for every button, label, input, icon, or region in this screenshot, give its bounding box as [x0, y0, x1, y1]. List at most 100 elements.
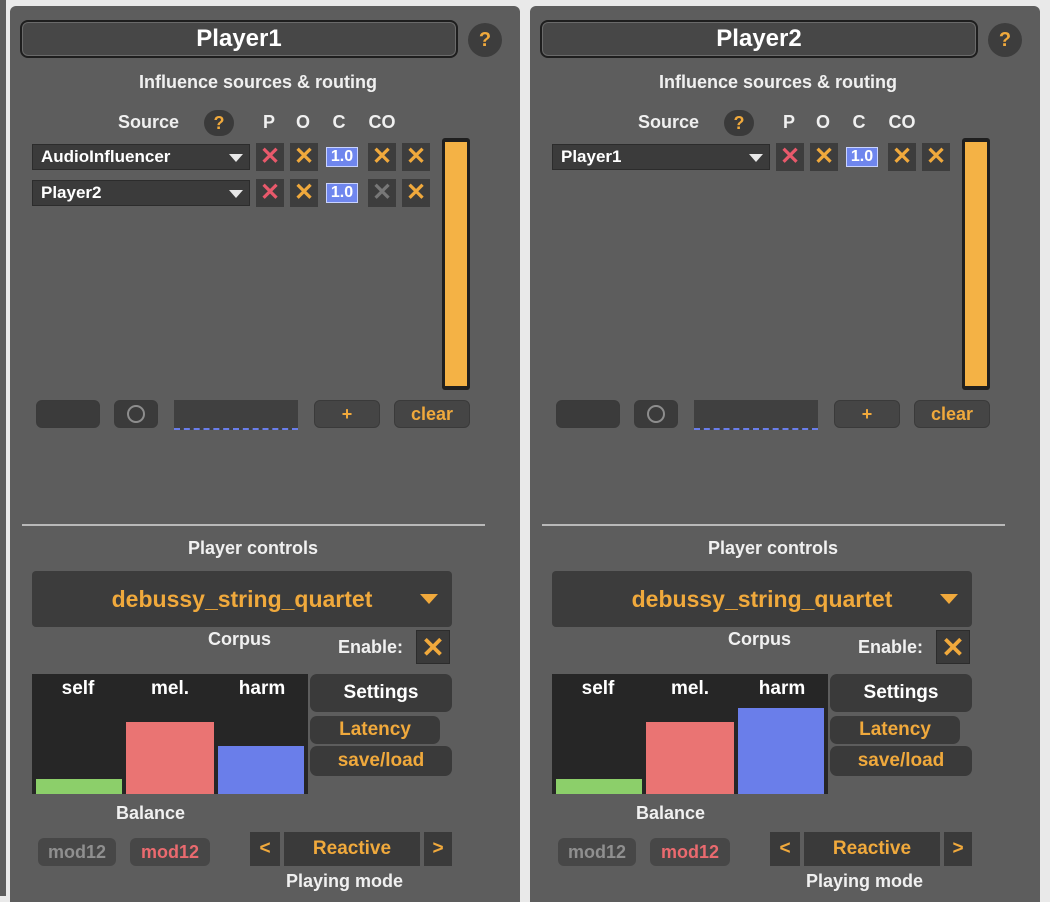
- c-value-field[interactable]: 1.0: [326, 147, 358, 167]
- toggle-co[interactable]: ✕: [402, 143, 430, 171]
- source-name: AudioInfluencer: [41, 147, 171, 166]
- toggle-p[interactable]: ✕: [776, 143, 804, 171]
- divider: [22, 524, 485, 526]
- toggle-c[interactable]: ✕: [368, 179, 396, 207]
- settings-button[interactable]: Settings: [310, 674, 452, 712]
- c-value-field[interactable]: 1.0: [326, 183, 358, 203]
- enable-checkbox[interactable]: ✕: [416, 630, 450, 664]
- level-meter-fill: [445, 142, 467, 386]
- dropdown-arrow-icon: [420, 594, 438, 604]
- save-load-button[interactable]: save/load: [310, 746, 452, 776]
- blank-button[interactable]: [556, 400, 620, 428]
- source-header: Source: [638, 112, 700, 132]
- corpus-select[interactable]: debussy_string_quartet: [552, 571, 972, 627]
- player-title[interactable]: Player2: [540, 20, 978, 58]
- col-header-c: C: [332, 112, 346, 132]
- clear-button[interactable]: clear: [914, 400, 990, 428]
- col-header-o: O: [815, 112, 830, 132]
- balance-bar-self[interactable]: [36, 779, 122, 794]
- balance-label-harm: harm: [758, 678, 806, 699]
- toggle-o[interactable]: ✕: [810, 143, 838, 171]
- balance-bar-harm[interactable]: [738, 708, 824, 794]
- clear-button[interactable]: clear: [394, 400, 470, 428]
- add-source-button[interactable]: +: [834, 400, 900, 428]
- mode-next-button[interactable]: >: [944, 832, 972, 866]
- source-select[interactable]: AudioInfluencer: [32, 144, 250, 170]
- playing-mode-label: Playing mode: [806, 871, 924, 891]
- toggle-p[interactable]: ✕: [256, 179, 284, 207]
- new-source-input[interactable]: [174, 400, 298, 430]
- source-help-icon[interactable]: ?: [204, 110, 234, 136]
- balance-sliders[interactable]: self mel. harm: [552, 674, 828, 794]
- col-header-p: P: [262, 112, 275, 132]
- record-button[interactable]: [114, 400, 158, 428]
- source-header: Source: [118, 112, 180, 132]
- record-button[interactable]: [634, 400, 678, 428]
- latency-button[interactable]: Latency: [310, 716, 440, 744]
- balance-label-self: self: [581, 678, 615, 699]
- source-select[interactable]: Player2: [32, 180, 250, 206]
- player-panel-1: Player1 ? Influence sources & routing So…: [10, 6, 520, 902]
- balance-bar-mel[interactable]: [646, 722, 734, 794]
- section-influence-title: Influence sources & routing: [138, 72, 378, 92]
- col-header-o: O: [295, 112, 310, 132]
- help-icon[interactable]: ?: [468, 23, 502, 57]
- circle-icon: [647, 405, 665, 423]
- help-icon[interactable]: ?: [988, 23, 1022, 57]
- mode-next-button[interactable]: >: [424, 832, 452, 866]
- mod12-toggle-off[interactable]: mod12: [558, 838, 636, 866]
- corpus-name: debussy_string_quartet: [631, 585, 893, 612]
- new-source-input[interactable]: [694, 400, 818, 430]
- section-influence-title: Influence sources & routing: [658, 72, 898, 92]
- add-source-button[interactable]: +: [314, 400, 380, 428]
- toggle-o[interactable]: ✕: [290, 143, 318, 171]
- playing-mode-select[interactable]: Reactive: [804, 832, 940, 866]
- balance-sliders[interactable]: self mel. harm: [32, 674, 308, 794]
- source-name: Player2: [41, 183, 102, 202]
- toggle-c[interactable]: ✕: [888, 143, 916, 171]
- dropdown-arrow-icon: [229, 154, 243, 162]
- corpus-label: Corpus: [728, 629, 791, 649]
- col-header-p: P: [782, 112, 795, 132]
- left-edge-strip: [0, 0, 6, 896]
- enable-checkbox[interactable]: ✕: [936, 630, 970, 664]
- circle-icon: [127, 405, 145, 423]
- c-value-field[interactable]: 1.0: [846, 147, 878, 167]
- dropdown-arrow-icon: [749, 154, 763, 162]
- mod12-toggle-off[interactable]: mod12: [38, 838, 116, 866]
- dropdown-arrow-icon: [940, 594, 958, 604]
- mod12-toggle-on[interactable]: mod12: [130, 838, 210, 866]
- player-title[interactable]: Player1: [20, 20, 458, 58]
- corpus-name: debussy_string_quartet: [111, 585, 373, 612]
- toggle-co[interactable]: ✕: [402, 179, 430, 207]
- playing-mode-select[interactable]: Reactive: [284, 832, 420, 866]
- player-panel-2: Player2 ? Influence sources & routing So…: [530, 6, 1040, 902]
- mode-prev-button[interactable]: <: [770, 832, 800, 866]
- level-meter: [962, 138, 990, 390]
- playing-mode-label: Playing mode: [286, 871, 404, 891]
- dropdown-arrow-icon: [229, 190, 243, 198]
- balance-bar-mel[interactable]: [126, 722, 214, 794]
- save-load-button[interactable]: save/load: [830, 746, 972, 776]
- balance-bar-harm[interactable]: [218, 746, 304, 794]
- col-header-co: CO: [888, 112, 916, 132]
- blank-button[interactable]: [36, 400, 100, 428]
- balance-label-self: self: [61, 678, 95, 699]
- toggle-p[interactable]: ✕: [256, 143, 284, 171]
- source-select[interactable]: Player1: [552, 144, 770, 170]
- toggle-c[interactable]: ✕: [368, 143, 396, 171]
- col-header-c: C: [852, 112, 866, 132]
- settings-button[interactable]: Settings: [830, 674, 972, 712]
- enable-label: Enable:: [858, 637, 924, 657]
- corpus-select[interactable]: debussy_string_quartet: [32, 571, 452, 627]
- toggle-co[interactable]: ✕: [922, 143, 950, 171]
- source-name: Player1: [561, 147, 622, 166]
- balance-label: Balance: [636, 803, 706, 823]
- latency-button[interactable]: Latency: [830, 716, 960, 744]
- toggle-o[interactable]: ✕: [290, 179, 318, 207]
- balance-label: Balance: [116, 803, 186, 823]
- mode-prev-button[interactable]: <: [250, 832, 280, 866]
- source-help-icon[interactable]: ?: [724, 110, 754, 136]
- mod12-toggle-on[interactable]: mod12: [650, 838, 730, 866]
- balance-bar-self[interactable]: [556, 779, 642, 794]
